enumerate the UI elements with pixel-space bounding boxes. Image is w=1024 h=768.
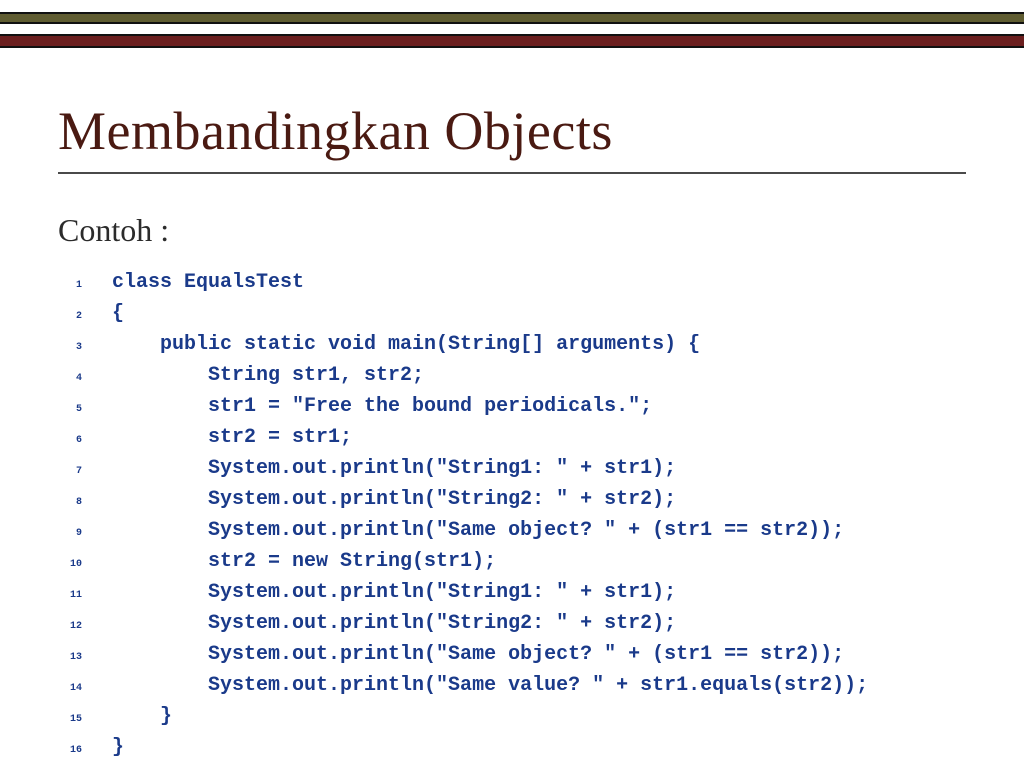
code-text: System.out.println("Same value? " + str1… xyxy=(88,670,868,701)
code-text: } xyxy=(88,701,172,732)
code-text: System.out.println("String1: " + str1); xyxy=(88,453,676,484)
code-line: 16 } xyxy=(58,732,966,763)
code-text: System.out.println("Same object? " + (st… xyxy=(88,515,844,546)
code-line: 15 } xyxy=(58,701,966,732)
code-text: str1 = "Free the bound periodicals."; xyxy=(88,391,652,422)
code-line: 14 System.out.println("Same value? " + s… xyxy=(58,670,966,701)
code-line: 7 System.out.println("String1: " + str1)… xyxy=(58,453,966,484)
code-line: 4 String str1, str2; xyxy=(58,360,966,391)
code-text: { xyxy=(88,298,124,329)
line-number: 4 xyxy=(58,371,88,387)
slide-subheading: Contoh : xyxy=(58,212,966,249)
code-line: 12 System.out.println("String2: " + str2… xyxy=(58,608,966,639)
line-number: 8 xyxy=(58,495,88,511)
code-line: 10 str2 = new String(str1); xyxy=(58,546,966,577)
line-number: 12 xyxy=(58,619,88,635)
code-text: System.out.println("String2: " + str2); xyxy=(88,484,676,515)
line-number: 16 xyxy=(58,743,88,759)
slide-content: Membandingkan Objects Contoh : 1 class E… xyxy=(0,60,1024,763)
code-text: } xyxy=(88,732,124,763)
code-line: 1 class EqualsTest xyxy=(58,267,966,298)
code-line: 6 str2 = str1; xyxy=(58,422,966,453)
code-block: 1 class EqualsTest2 {3 public static voi… xyxy=(58,267,966,763)
code-line: 11 System.out.println("String1: " + str1… xyxy=(58,577,966,608)
code-text: public static void main(String[] argumen… xyxy=(88,329,700,360)
code-text: System.out.println("String1: " + str1); xyxy=(88,577,676,608)
decorative-header-bars xyxy=(0,12,1024,48)
code-text: System.out.println("Same object? " + (st… xyxy=(88,639,844,670)
code-text: System.out.println("String2: " + str2); xyxy=(88,608,676,639)
code-line: 13 System.out.println("Same object? " + … xyxy=(58,639,966,670)
code-text: class EqualsTest xyxy=(88,267,304,298)
line-number: 15 xyxy=(58,712,88,728)
code-line: 3 public static void main(String[] argum… xyxy=(58,329,966,360)
line-number: 9 xyxy=(58,526,88,542)
code-line: 8 System.out.println("String2: " + str2)… xyxy=(58,484,966,515)
code-text: str2 = str1; xyxy=(88,422,352,453)
line-number: 10 xyxy=(58,557,88,573)
line-number: 1 xyxy=(58,278,88,294)
line-number: 14 xyxy=(58,681,88,697)
code-line: 5 str1 = "Free the bound periodicals."; xyxy=(58,391,966,422)
line-number: 13 xyxy=(58,650,88,666)
slide-title: Membandingkan Objects xyxy=(58,100,966,174)
line-number: 3 xyxy=(58,340,88,356)
line-number: 5 xyxy=(58,402,88,418)
code-line: 2 { xyxy=(58,298,966,329)
line-number: 2 xyxy=(58,309,88,325)
line-number: 11 xyxy=(58,588,88,604)
code-text: str2 = new String(str1); xyxy=(88,546,496,577)
line-number: 6 xyxy=(58,433,88,449)
code-line: 9 System.out.println("Same object? " + (… xyxy=(58,515,966,546)
line-number: 7 xyxy=(58,464,88,480)
code-text: String str1, str2; xyxy=(88,360,424,391)
